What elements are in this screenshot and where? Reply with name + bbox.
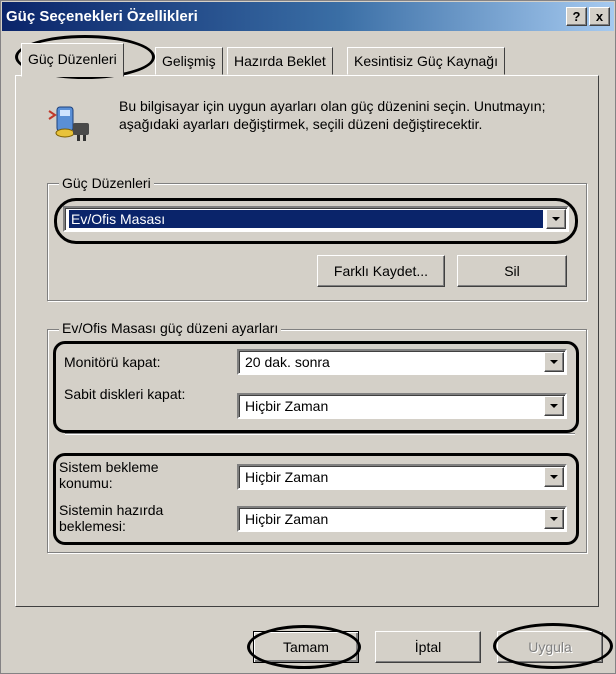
monitor-off-select[interactable]: 20 dak. sonra [237, 349, 567, 375]
intro-text: Bu bilgisayar için uygun ayarları olan g… [119, 98, 546, 132]
hibernate-value: Hiçbir Zaman [245, 511, 329, 527]
hibernate-label: Sistemin hazırda beklemesi: [59, 502, 164, 534]
chevron-down-icon[interactable] [544, 467, 564, 487]
tab-ups[interactable]: Kesintisiz Güç Kaynağı [347, 47, 505, 75]
tab-power-schemes[interactable]: Güç Düzenleri [21, 43, 124, 77]
power-schemes-group-label: Güç Düzenleri [59, 175, 154, 191]
standby-label: Sistem bekleme konumu: [59, 459, 159, 491]
close-button[interactable]: x [589, 7, 610, 26]
chevron-down-icon[interactable] [544, 509, 564, 529]
chevron-down-icon[interactable] [546, 209, 566, 229]
title-bar: Güç Seçenekleri Özellikleri ? x [2, 2, 614, 31]
power-scheme-icon [47, 101, 97, 148]
help-button[interactable]: ? [566, 7, 587, 26]
tab-advanced[interactable]: Gelişmiş [155, 47, 223, 75]
ok-button[interactable]: Tamam [253, 631, 359, 663]
cancel-button[interactable]: İptal [375, 631, 481, 663]
monitor-off-value: 20 dak. sonra [245, 354, 330, 370]
disks-off-label: Sabit diskleri kapat: [64, 386, 186, 402]
chevron-down-icon[interactable] [544, 396, 564, 416]
tab-hibernate[interactable]: Hazırda Beklet [227, 47, 333, 75]
disks-off-value: Hiçbir Zaman [245, 398, 329, 414]
power-options-dialog: Güç Seçenekleri Özellikleri ? x Güç Düze… [0, 0, 616, 674]
monitor-off-label: Monitörü kapat: [64, 354, 161, 370]
power-scheme-select[interactable]: Ev/Ofis Masası [63, 206, 569, 232]
standby-value: Hiçbir Zaman [245, 469, 329, 485]
standby-select[interactable]: Hiçbir Zaman [237, 464, 567, 490]
save-as-button[interactable]: Farklı Kaydet... [317, 255, 445, 287]
window-title: Güç Seçenekleri Özellikleri [6, 8, 198, 25]
delete-button[interactable]: Sil [457, 255, 567, 287]
hibernate-select[interactable]: Hiçbir Zaman [237, 506, 567, 532]
power-scheme-value: Ev/Ofis Masası [68, 209, 544, 229]
chevron-down-icon[interactable] [544, 352, 564, 372]
disks-off-select[interactable]: Hiçbir Zaman [237, 393, 567, 419]
settings-divider [65, 433, 575, 435]
apply-button[interactable]: Uygula [497, 631, 603, 663]
scheme-settings-group-label: Ev/Ofis Masası güç düzeni ayarları [59, 320, 282, 336]
